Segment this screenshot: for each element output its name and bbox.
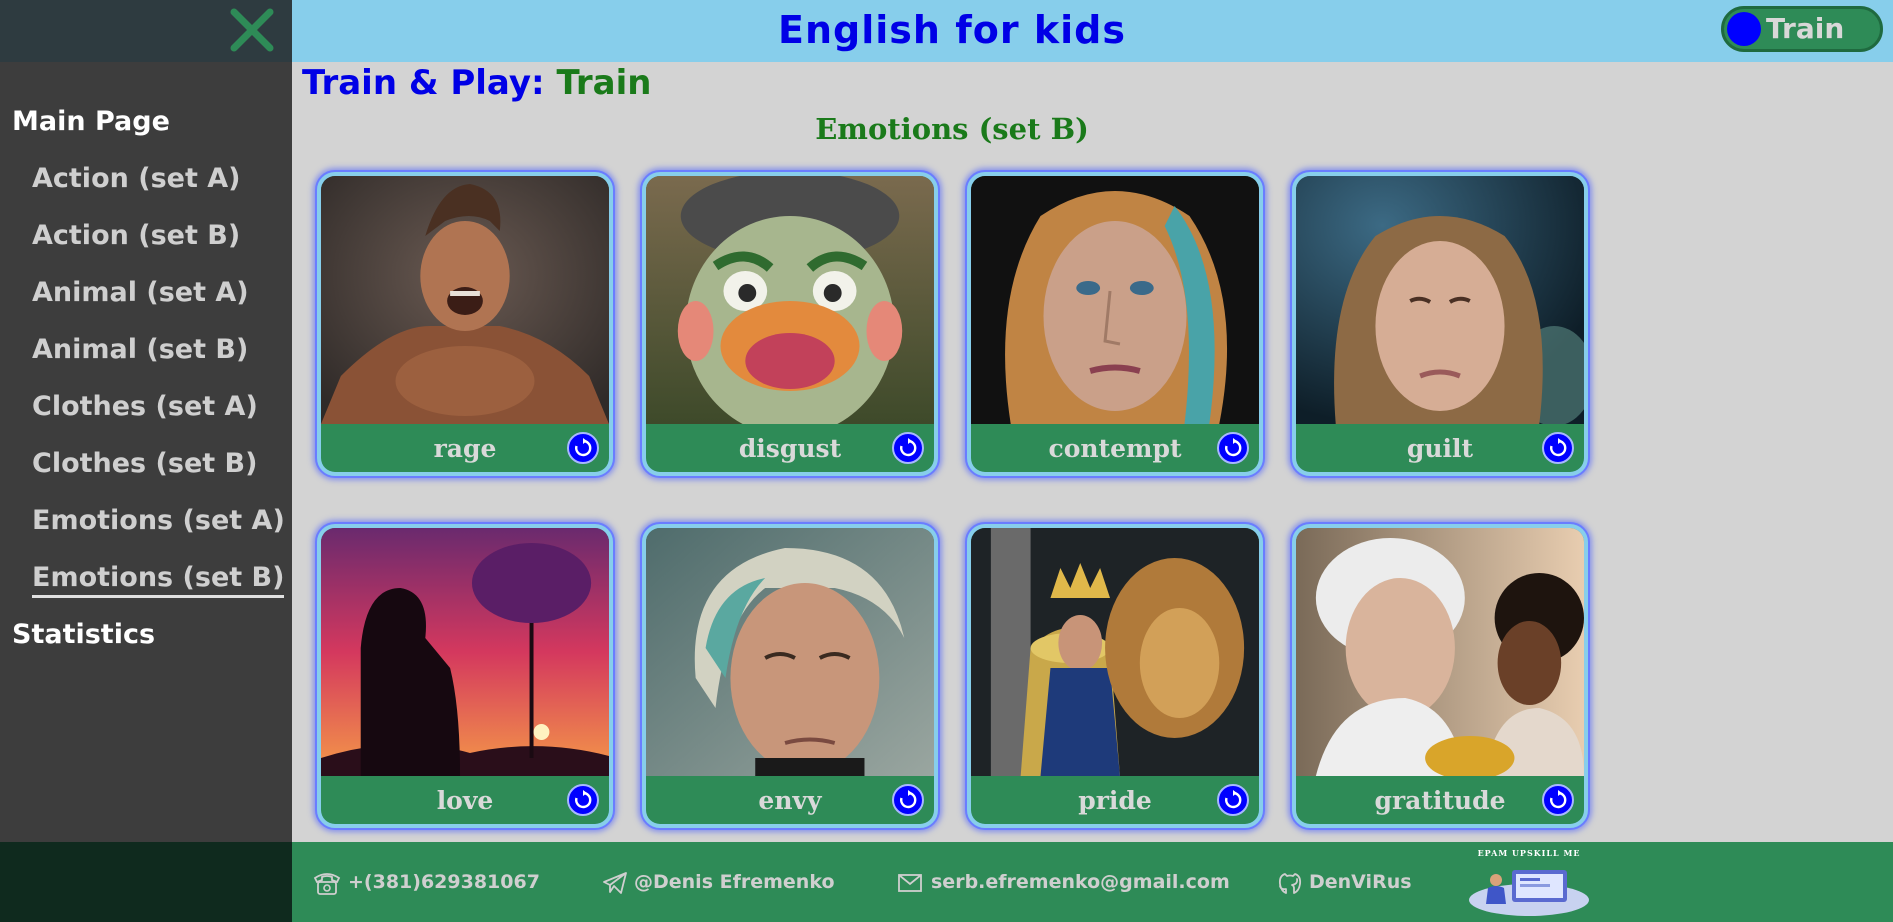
card-word: gratitude — [1374, 786, 1506, 815]
card-word: disgust — [738, 434, 842, 463]
rotate-icon — [575, 790, 592, 809]
email-text: serb.efremenko@gmail.com — [931, 871, 1230, 893]
epam-upskill-logo[interactable]: EPAM UPSKILL ME — [1464, 848, 1594, 918]
card-image-love — [321, 528, 609, 776]
app-footer: +(381)629381067 @Denis Efremenko serb.ef… — [292, 842, 1893, 922]
app-title: English for kids — [778, 8, 1126, 52]
sidebar-item-label: Clothes (set A) — [32, 391, 258, 422]
sidebar: Main Page Action (set A) Action (set B) … — [0, 0, 292, 842]
sidebar-item-label: Action (set B) — [32, 220, 241, 251]
github-text: DenViRus — [1309, 871, 1412, 893]
card-image-rage — [321, 176, 609, 424]
rotate-icon — [575, 438, 592, 457]
card-word: love — [436, 786, 494, 815]
flip-card-button[interactable] — [892, 784, 924, 816]
flip-card-button[interactable] — [892, 432, 924, 464]
sidebar-item-clothes-set-a[interactable]: Clothes (set A) — [0, 379, 292, 436]
phone-link[interactable]: +(381)629381067 — [312, 866, 540, 898]
flip-card-button[interactable] — [1217, 784, 1249, 816]
card-image-disgust — [646, 176, 934, 424]
card-word: envy — [758, 786, 822, 815]
card-image-guilt — [1296, 176, 1584, 424]
flip-card-button[interactable] — [1217, 432, 1249, 464]
card-rage[interactable]: rage — [315, 170, 615, 478]
phone-icon — [313, 872, 341, 895]
mode-toggle-label: Train — [1766, 12, 1845, 45]
logo-text: EPAM UPSKILL ME — [1477, 848, 1581, 858]
card-image-contempt — [971, 176, 1259, 424]
github-icon — [1278, 872, 1302, 894]
card-word: pride — [1078, 786, 1152, 815]
card-image-envy — [646, 528, 934, 776]
sidebar-item-clothes-set-b[interactable]: Clothes (set B) — [0, 436, 292, 493]
sidebar-item-label: Main Page — [12, 106, 170, 137]
rotate-icon — [1550, 438, 1567, 457]
card-gratitude[interactable]: gratitude — [1290, 522, 1590, 830]
footer-left-panel — [0, 842, 292, 922]
rotate-icon — [900, 438, 917, 457]
sidebar-item-label: Statistics — [12, 619, 156, 650]
sidebar-item-label: Animal (set A) — [32, 277, 249, 308]
mode-value: Train — [556, 63, 652, 103]
phone-text: +(381)629381067 — [348, 871, 540, 893]
sidebar-item-label: Emotions (set A) — [32, 505, 285, 536]
rotate-icon — [1225, 790, 1242, 809]
card-word: guilt — [1406, 434, 1474, 463]
flip-card-button[interactable] — [567, 784, 599, 816]
sidebar-item-action-set-b[interactable]: Action (set B) — [0, 208, 292, 265]
mode-prefix: Train & Play: — [302, 63, 545, 103]
card-envy[interactable]: envy — [640, 522, 940, 830]
rotate-icon — [1225, 438, 1242, 457]
card-contempt[interactable]: contempt — [965, 170, 1265, 478]
telegram-link[interactable]: @Denis Efremenko — [602, 866, 835, 898]
laptop-illustration-icon — [1469, 870, 1589, 916]
sidebar-item-label: Animal (set B) — [32, 334, 249, 365]
sidebar-header — [0, 0, 292, 62]
sidebar-item-animal-set-a[interactable]: Animal (set A) — [0, 265, 292, 322]
mode-indicator: Train & Play: Train — [302, 62, 651, 104]
card-disgust[interactable]: disgust — [640, 170, 940, 478]
card-pride[interactable]: pride — [965, 522, 1265, 830]
card-guilt[interactable]: guilt — [1290, 170, 1590, 478]
sidebar-item-emotions-set-a[interactable]: Emotions (set A) — [0, 493, 292, 550]
category-title: Emotions (set B) — [815, 112, 1089, 146]
telegram-text: @Denis Efremenko — [634, 871, 835, 893]
close-icon — [230, 8, 274, 52]
sidebar-item-label: Action (set A) — [32, 163, 241, 194]
close-menu-button[interactable] — [230, 8, 274, 52]
flip-card-button[interactable] — [1542, 432, 1574, 464]
email-link[interactable]: serb.efremenko@gmail.com — [897, 866, 1230, 898]
sidebar-item-main-page[interactable]: Main Page — [0, 94, 292, 151]
card-word: contempt — [1048, 434, 1182, 463]
sidebar-item-action-set-a[interactable]: Action (set A) — [0, 151, 292, 208]
flip-card-button[interactable] — [1542, 784, 1574, 816]
flip-card-button[interactable] — [567, 432, 599, 464]
sidebar-item-animal-set-b[interactable]: Animal (set B) — [0, 322, 292, 379]
sidebar-item-label: Emotions (set B) — [32, 562, 285, 598]
card-word: rage — [433, 434, 497, 463]
sidebar-item-emotions-set-b[interactable]: Emotions (set B) — [0, 550, 292, 607]
rotate-icon — [1550, 790, 1567, 809]
telegram-icon — [603, 871, 627, 894]
sidebar-item-statistics[interactable]: Statistics — [0, 607, 292, 664]
card-love[interactable]: love — [315, 522, 615, 830]
toggle-knob — [1727, 12, 1761, 46]
rotate-icon — [900, 790, 917, 809]
sidebar-item-label: Clothes (set B) — [32, 448, 258, 479]
github-link[interactable]: DenViRus — [1277, 866, 1412, 898]
card-image-gratitude — [1296, 528, 1584, 776]
sidebar-nav: Main Page Action (set A) Action (set B) … — [0, 62, 292, 664]
email-icon — [898, 873, 922, 892]
mode-toggle[interactable]: Train — [1721, 6, 1883, 52]
app-header: English for kids Train — [292, 0, 1893, 62]
card-image-pride — [971, 528, 1259, 776]
